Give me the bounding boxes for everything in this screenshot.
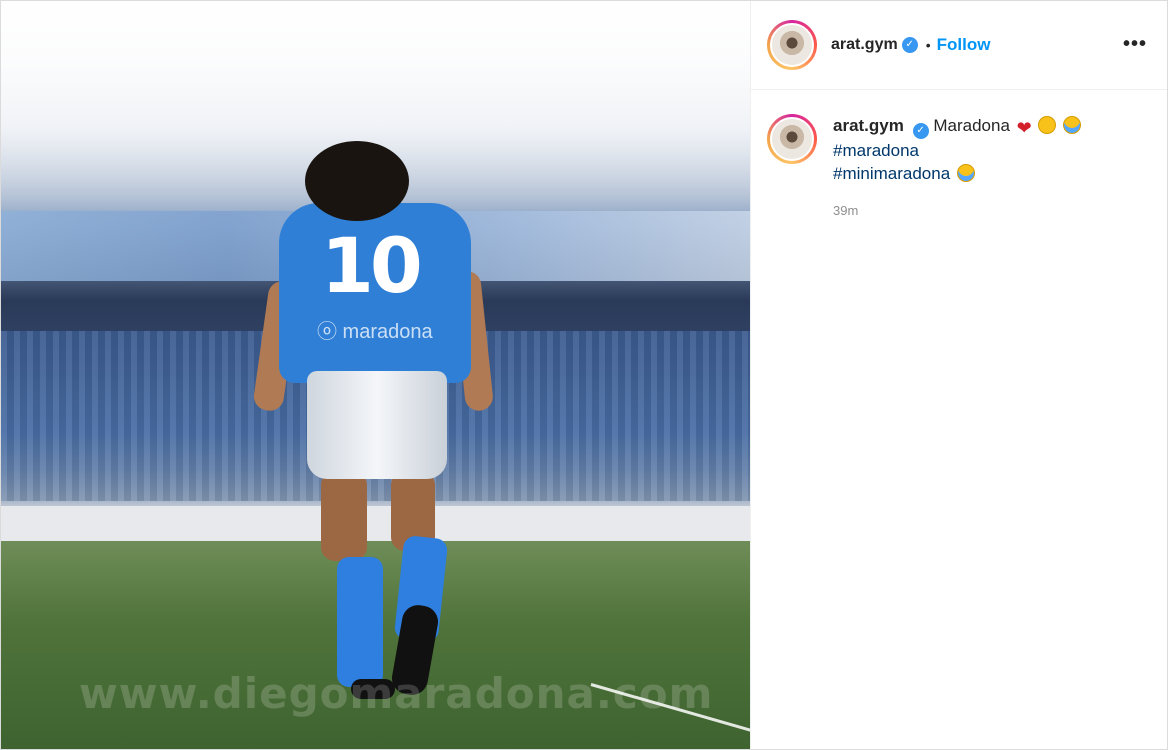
post-header: arat.gym ✓ • Follow ••• (751, 1, 1167, 90)
caption-avatar[interactable] (767, 114, 817, 164)
verified-badge-icon: ✓ (901, 37, 918, 53)
player-hair (305, 141, 409, 221)
crying-face-icon (956, 164, 975, 182)
header-username[interactable]: arat.gym (831, 36, 898, 54)
post-side-panel: arat.gym ✓ • Follow ••• arat.gym ✓ Marad… (750, 1, 1167, 749)
player-shorts (307, 371, 447, 479)
verified-badge-icon: ✓ (912, 123, 929, 139)
shirt-watermark: ⓞ maradona (317, 321, 433, 343)
broken-heart-icon: ❤ (1016, 118, 1032, 138)
caption-text: Maradona (933, 116, 1010, 135)
player-left-sock (337, 557, 383, 687)
post-timestamp[interactable]: 39m (833, 199, 1081, 222)
caption-avatar-image (770, 117, 814, 161)
post-image[interactable]: 10 ⓞ maradona www.diegomaradona.com (1, 1, 750, 749)
jersey-number: 10 (321, 221, 423, 310)
header-separator: • (925, 37, 931, 53)
image-watermark: www.diegomaradona.com (79, 669, 714, 718)
more-options-icon[interactable]: ••• (1123, 33, 1147, 56)
player-figure: 10 (251, 131, 511, 711)
caption-comment: arat.gym ✓ Maradona ❤ #maradona #minimar… (751, 90, 1167, 222)
player-left-leg (321, 471, 367, 561)
caption-username[interactable]: arat.gym (833, 116, 904, 135)
disappointed-face-icon (1038, 116, 1057, 134)
follow-button[interactable]: Follow (937, 35, 991, 55)
post-container: 10 ⓞ maradona www.diegomaradona.com arat… (0, 0, 1168, 750)
hashtag-link[interactable]: #minimaradona (833, 164, 950, 183)
avatar[interactable] (767, 20, 817, 70)
avatar-image (770, 23, 814, 67)
caption-body: arat.gym ✓ Maradona ❤ #maradona #minimar… (833, 114, 1082, 222)
crying-face-icon (1063, 116, 1082, 134)
hashtag-link[interactable]: #maradona (833, 141, 919, 160)
